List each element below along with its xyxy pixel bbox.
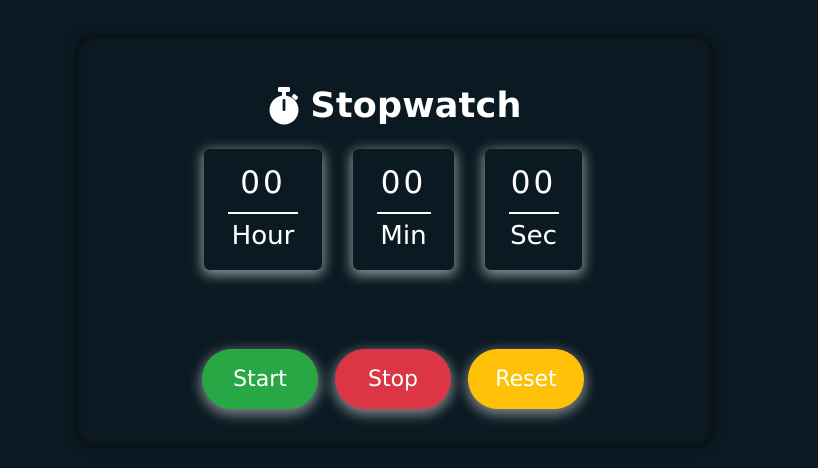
seconds-label: Sec <box>510 221 557 251</box>
hours-display: 00 Hour <box>204 149 322 270</box>
start-button[interactable]: Start <box>202 349 318 409</box>
stopwatch-header: Stopwatch <box>0 86 790 126</box>
reset-button[interactable]: Reset <box>468 349 584 409</box>
seconds-display: 00 Sec <box>485 149 582 270</box>
minutes-display: 00 Min <box>353 149 454 270</box>
minutes-value: 00 <box>380 165 427 201</box>
stopwatch-icon <box>268 86 300 126</box>
hours-label: Hour <box>231 221 295 251</box>
page-title: Stopwatch <box>310 86 522 126</box>
hours-divider <box>228 212 298 214</box>
minutes-divider <box>377 212 431 214</box>
stop-button[interactable]: Stop <box>335 349 451 409</box>
seconds-divider <box>509 212 559 214</box>
minutes-label: Min <box>380 221 427 251</box>
hours-value: 00 <box>240 165 286 201</box>
seconds-value: 00 <box>510 165 557 201</box>
